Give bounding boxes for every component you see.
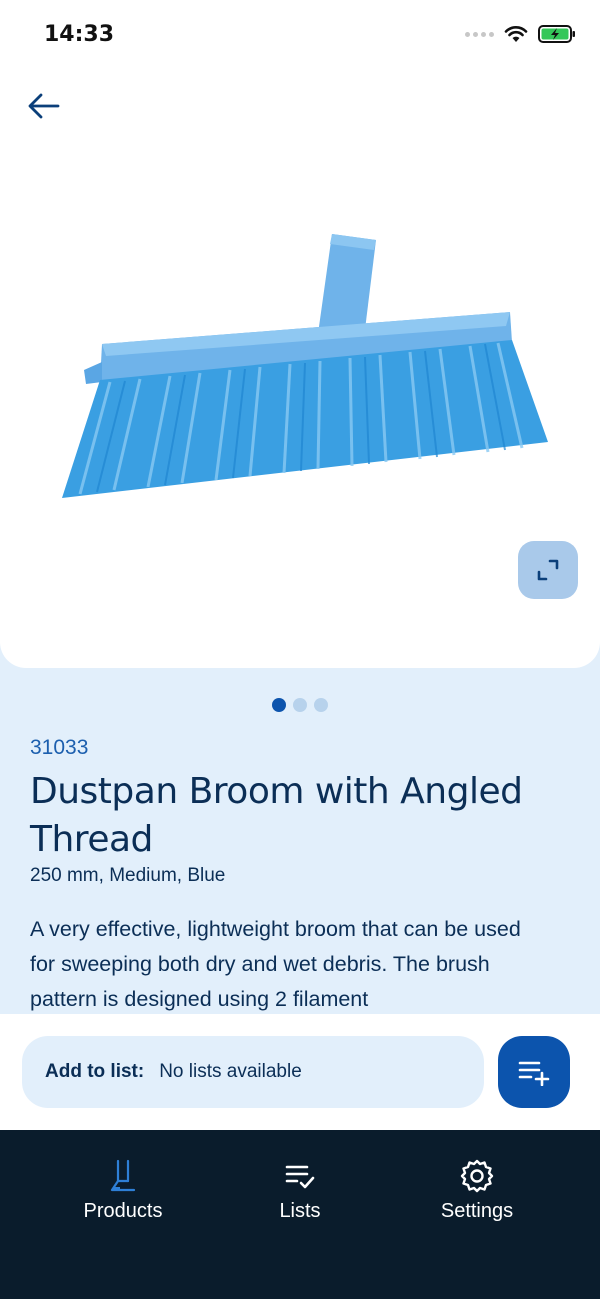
wifi-icon — [504, 26, 528, 42]
pager-dot-active[interactable] — [272, 698, 286, 712]
back-button[interactable] — [24, 88, 64, 124]
add-to-list-label: Add to list: — [45, 1061, 145, 1082]
tab-label: Lists — [279, 1200, 321, 1222]
gear-icon — [459, 1158, 495, 1194]
status-bar: 14:33 — [0, 0, 600, 70]
expand-icon — [537, 559, 559, 581]
broom-icon — [105, 1158, 141, 1194]
product-title: Dustpan Broom with Angled Thread — [30, 771, 523, 860]
add-to-list-selector[interactable]: Add to list: No lists available — [22, 1036, 484, 1108]
add-to-list-button[interactable] — [498, 1036, 570, 1108]
tab-products[interactable]: Products — [43, 1158, 203, 1223]
playlist-add-icon — [518, 1061, 550, 1086]
signal-icon — [465, 31, 494, 37]
product-image[interactable] — [40, 222, 560, 512]
status-time: 14:33 — [44, 22, 115, 47]
product-description: A very effective, lightweight broom that… — [30, 917, 521, 1011]
status-icons — [465, 24, 576, 44]
product-variant: 250 mm, Medium, Blue — [30, 865, 226, 886]
tab-label: Products — [83, 1200, 163, 1222]
battery-icon — [538, 25, 575, 43]
pager-dot[interactable] — [314, 698, 328, 712]
arrow-left-icon — [28, 93, 60, 119]
list-check-icon — [282, 1158, 318, 1194]
tab-lists[interactable]: Lists — [220, 1158, 380, 1223]
add-to-list-value: No lists available — [159, 1061, 302, 1082]
expand-image-button[interactable] — [518, 541, 578, 599]
pager-dot[interactable] — [293, 698, 307, 712]
product-sku: 31033 — [30, 736, 89, 759]
tab-settings[interactable]: Settings — [397, 1158, 557, 1223]
tab-label: Settings — [440, 1200, 514, 1222]
image-pager[interactable] — [0, 698, 600, 712]
